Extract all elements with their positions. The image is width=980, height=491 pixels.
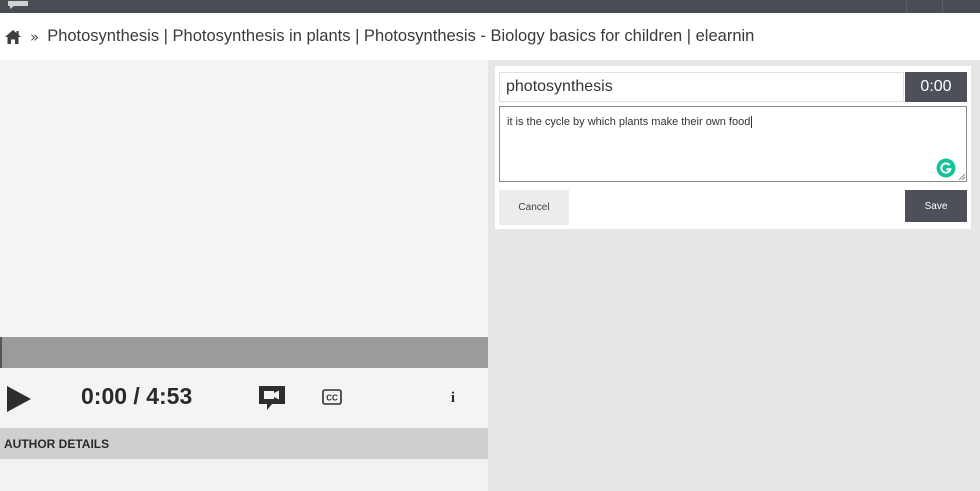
note-body-textarea[interactable]: it is the cycle by which plants make the… — [499, 106, 967, 182]
breadcrumb-separator: » — [30, 27, 40, 46]
cancel-button[interactable]: Cancel — [499, 190, 569, 225]
breadcrumb: » Photosynthesis | Photosynthesis in pla… — [0, 13, 980, 60]
chat-icon[interactable] — [6, 1, 32, 9]
save-button[interactable]: Save — [905, 190, 967, 222]
resize-handle-icon[interactable] — [958, 173, 966, 181]
text-caret — [751, 116, 753, 129]
play-icon[interactable] — [6, 385, 32, 413]
info-icon[interactable]: i — [449, 388, 457, 404]
home-icon[interactable] — [4, 29, 22, 45]
top-toolbar — [0, 0, 980, 13]
cc-label: CC — [326, 394, 338, 403]
note-timestamp: 0:00 — [905, 72, 967, 102]
video-title: Photosynthesis | Photosynthesis in plant… — [47, 27, 755, 45]
author-details-heading: AUTHOR DETAILS — [4, 436, 110, 451]
video-camera-icon[interactable] — [258, 385, 286, 411]
author-details-content — [0, 459, 488, 491]
info-label: i — [451, 390, 455, 404]
note-title-input[interactable]: photosynthesis — [499, 72, 904, 102]
time-display: 0:00 / 4:53 — [81, 383, 193, 409]
closed-captions-icon[interactable]: CC — [322, 389, 342, 405]
note-editor: photosynthesis 0:00 it is the cycle by w… — [495, 66, 971, 229]
author-details-bar[interactable]: AUTHOR DETAILS — [0, 428, 488, 459]
video-area[interactable] — [0, 60, 488, 337]
grammarly-icon[interactable] — [936, 158, 956, 178]
toolbar-button[interactable] — [942, 0, 978, 13]
note-body-text: it is the cycle by which plants make the… — [507, 116, 751, 128]
video-progress-bar[interactable] — [0, 337, 488, 368]
player-controls: 0:00 / 4:53 CC i — [0, 368, 488, 428]
toolbar-button[interactable] — [906, 0, 942, 13]
